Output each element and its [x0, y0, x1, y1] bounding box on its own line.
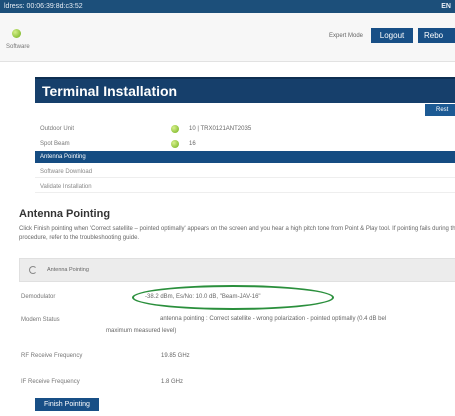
- header: Software Expert Mode Logout Rebo: [0, 13, 455, 62]
- step-antenna-pointing[interactable]: Antenna Pointing: [35, 151, 455, 163]
- spot-beam-value: 16: [189, 141, 196, 147]
- antenna-pointing-bar-label: Antenna Pointing: [47, 267, 89, 273]
- if-frequency-value: 1.8 GHz: [161, 379, 184, 385]
- restart-button[interactable]: Rest: [425, 104, 455, 116]
- outdoor-unit-value: 10 | TRX0121ANT2035: [189, 126, 252, 132]
- rf-frequency-value: 19.85 GHz: [161, 353, 190, 359]
- section-title: Antenna Pointing: [19, 208, 111, 220]
- spot-beam-status-icon: [171, 140, 179, 148]
- antenna-pointing-bar: Antenna Pointing: [19, 258, 455, 282]
- modem-status-label: Modem Status: [21, 317, 60, 323]
- instructions: Click Finish pointing when 'Correct sate…: [19, 226, 455, 241]
- outdoor-unit-label: Outdoor Unit: [40, 126, 75, 132]
- language-selector[interactable]: EN: [441, 0, 451, 13]
- step-validate-installation[interactable]: Validate Installation: [35, 181, 455, 193]
- demodulator-label: Demodulator: [21, 294, 56, 300]
- expert-mode-toggle[interactable]: Expert Mode: [329, 33, 363, 39]
- logout-button[interactable]: Logout: [371, 28, 413, 43]
- page-title-bar: Terminal Installation: [35, 77, 455, 103]
- software-status-icon: [12, 29, 21, 38]
- page-title: Terminal Installation: [42, 83, 178, 99]
- outdoor-unit-status-icon: [171, 125, 179, 133]
- mac-address: ldress: 00:06:39:8d:c3:52: [4, 3, 83, 10]
- modem-status-value-line1: antenna pointing : Correct satellite - w…: [160, 316, 387, 322]
- spot-beam-label: Spot Beam: [40, 141, 70, 147]
- highlight-oval: [132, 285, 334, 310]
- finish-pointing-button[interactable]: Finish Pointing: [35, 398, 99, 411]
- software-tab[interactable]: Software: [6, 44, 30, 50]
- reboot-button[interactable]: Rebo: [418, 28, 455, 43]
- modem-status-value-line2: maximum measured level): [106, 328, 177, 334]
- top-bar: ldress: 00:06:39:8d:c3:52 EN: [0, 0, 455, 13]
- if-frequency-label: IF Receive Frequency: [21, 379, 80, 385]
- rf-frequency-label: RF Receive Frequency: [21, 353, 83, 359]
- refresh-icon: [29, 266, 37, 274]
- step-software-download[interactable]: Software Download: [35, 166, 455, 178]
